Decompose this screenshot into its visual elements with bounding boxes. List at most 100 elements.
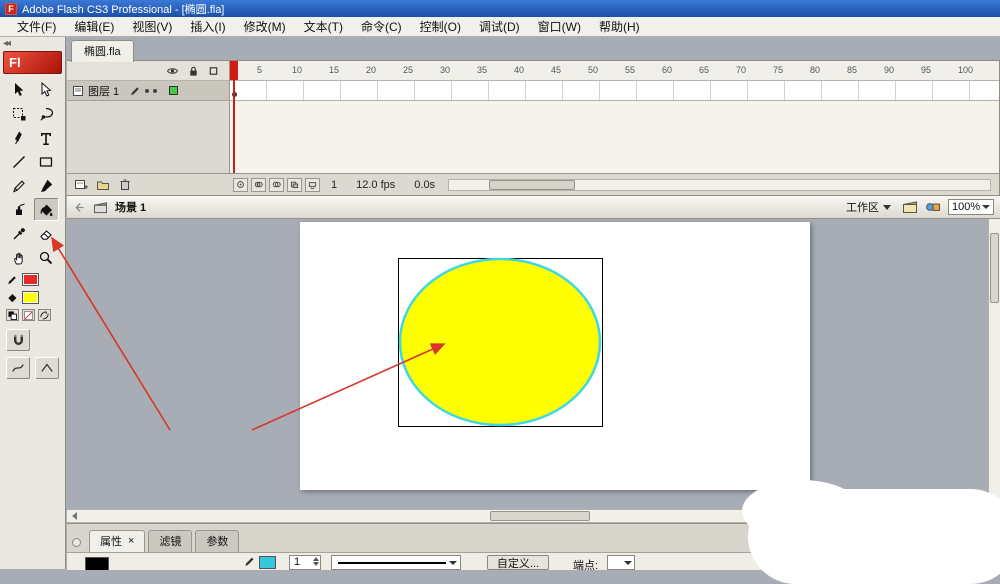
zoom-tool[interactable] bbox=[34, 246, 59, 269]
free-transform-icon bbox=[12, 107, 26, 120]
layer-outline-color-chip[interactable] bbox=[169, 86, 179, 95]
color-option-buttons bbox=[0, 309, 65, 325]
menu-item-modify[interactable]: 修改(M) bbox=[235, 16, 295, 37]
pencil-tool[interactable] bbox=[6, 174, 31, 197]
layer-lock-dot[interactable] bbox=[153, 88, 158, 93]
ruler-tick: 85 bbox=[847, 65, 858, 75]
menu-item-insert[interactable]: 插入(I) bbox=[181, 16, 234, 37]
outline-layers-icon[interactable] bbox=[208, 65, 219, 77]
layer-icon bbox=[73, 85, 83, 96]
ellipse-shape[interactable] bbox=[398, 257, 602, 427]
insert-layer-button[interactable] bbox=[72, 177, 90, 193]
paint-bucket-tool[interactable] bbox=[33, 198, 59, 221]
onion-outlines-button[interactable] bbox=[269, 177, 284, 192]
layer-name[interactable]: 图层 1 bbox=[88, 83, 119, 99]
swap-colors-button[interactable] bbox=[38, 309, 51, 321]
timeline-scrollbar-thumb[interactable] bbox=[489, 179, 576, 190]
layer-row[interactable]: 图层 1 bbox=[67, 81, 229, 101]
timeline-scrollbar[interactable] bbox=[448, 178, 991, 191]
workspace-button[interactable]: 工作区 bbox=[842, 197, 895, 217]
smooth-option-button[interactable] bbox=[6, 357, 30, 379]
menu-item-commands[interactable]: 命令(C) bbox=[352, 16, 411, 37]
menu-item-view[interactable]: 视图(V) bbox=[123, 16, 181, 37]
zoom-level-select[interactable]: 100% bbox=[948, 199, 994, 215]
insert-layer-icon bbox=[75, 180, 88, 189]
line-tool[interactable] bbox=[6, 150, 31, 173]
menu-item-text[interactable]: 文本(T) bbox=[295, 16, 352, 37]
layer-visible-dot[interactable] bbox=[145, 88, 150, 93]
modify-onion-markers-button[interactable] bbox=[305, 177, 320, 192]
vertical-scrollbar[interactable] bbox=[988, 219, 1000, 509]
scroll-left-button[interactable] bbox=[68, 511, 80, 521]
subselection-tool[interactable] bbox=[34, 78, 59, 101]
edit-symbols-icon[interactable] bbox=[925, 200, 941, 214]
cap-dropdown[interactable] bbox=[607, 555, 635, 570]
horizontal-scrollbar-thumb[interactable] bbox=[490, 511, 590, 521]
tab-properties[interactable]: 属性 × bbox=[89, 530, 146, 552]
hand-tool[interactable] bbox=[6, 246, 31, 269]
text-tool[interactable] bbox=[34, 126, 59, 149]
delete-layer-button[interactable] bbox=[116, 177, 134, 193]
stroke-color-property-swatch[interactable] bbox=[259, 556, 276, 569]
custom-stroke-button[interactable]: 自定义... bbox=[487, 555, 549, 570]
layer-frames-row[interactable] bbox=[230, 81, 999, 101]
default-colors-button[interactable] bbox=[6, 309, 19, 321]
menu-item-window[interactable]: 窗口(W) bbox=[529, 16, 590, 37]
tool-options-section bbox=[0, 325, 65, 355]
snap-to-objects-button[interactable] bbox=[6, 329, 30, 351]
stroke-height-input[interactable]: 1 bbox=[289, 555, 321, 570]
insert-folder-button[interactable] bbox=[94, 177, 112, 193]
flash-logo: Fl bbox=[3, 51, 62, 74]
edit-multiple-frames-button[interactable] bbox=[287, 177, 302, 192]
onion-markers-icon bbox=[308, 182, 317, 189]
ruler-tick: 15 bbox=[329, 65, 340, 75]
eyedropper-tool[interactable] bbox=[6, 222, 31, 245]
panel-grip-icon[interactable] bbox=[72, 538, 81, 547]
timeline-frames-pane[interactable]: 5 10 15 20 25 30 35 40 45 50 55 60 65 70… bbox=[230, 61, 999, 173]
free-transform-tool[interactable] bbox=[6, 102, 31, 125]
frame-ruler[interactable]: 5 10 15 20 25 30 35 40 45 50 55 60 65 70… bbox=[230, 61, 999, 81]
vertical-scrollbar-thumb[interactable] bbox=[990, 233, 999, 303]
lasso-tool[interactable] bbox=[34, 102, 59, 125]
selection-options-row bbox=[0, 355, 65, 381]
playhead-line[interactable] bbox=[233, 80, 235, 173]
frame-rate-indicator[interactable]: 12.0 fps bbox=[356, 179, 395, 191]
tab-parameters[interactable]: 参数 bbox=[195, 530, 240, 552]
eraser-tool[interactable] bbox=[34, 222, 59, 245]
onion-skin-button[interactable] bbox=[251, 177, 266, 192]
menu-item-debug[interactable]: 调试(D) bbox=[470, 16, 529, 37]
tab-filters[interactable]: 滤镜 bbox=[148, 530, 193, 552]
center-frame-button[interactable] bbox=[233, 177, 248, 192]
straighten-option-button[interactable] bbox=[35, 357, 59, 379]
ruler-tick: 100 bbox=[958, 65, 974, 75]
ruler-tick: 20 bbox=[366, 65, 377, 75]
ink-bottle-tool[interactable] bbox=[6, 198, 31, 221]
edit-scene-icon[interactable] bbox=[902, 200, 918, 214]
stroke-style-dropdown[interactable] bbox=[331, 555, 461, 570]
scene-name[interactable]: 场景 1 bbox=[115, 199, 146, 215]
menu-item-file[interactable]: 文件(F) bbox=[8, 16, 65, 37]
close-icon[interactable]: × bbox=[128, 535, 134, 547]
stroke-color-swatch[interactable] bbox=[22, 273, 39, 286]
magnifier-icon bbox=[40, 251, 53, 264]
stage-canvas[interactable] bbox=[300, 222, 810, 490]
playhead-marker[interactable] bbox=[230, 61, 238, 80]
stepper-arrows[interactable] bbox=[313, 557, 319, 566]
show-hide-layers-icon[interactable] bbox=[166, 65, 179, 77]
menu-item-edit[interactable]: 编辑(E) bbox=[65, 16, 123, 37]
rectangle-tool[interactable] bbox=[34, 150, 59, 173]
no-color-button[interactable] bbox=[22, 309, 35, 321]
panel-collapse-icon[interactable]: ◂◂ bbox=[0, 37, 65, 50]
subselection-arrow-icon bbox=[41, 81, 52, 97]
brush-tool[interactable] bbox=[34, 174, 59, 197]
stage-pasteboard[interactable] bbox=[67, 219, 988, 509]
menu-item-control[interactable]: 控制(O) bbox=[411, 16, 470, 37]
back-arrow-icon[interactable] bbox=[73, 201, 86, 214]
lock-layers-icon[interactable] bbox=[188, 65, 199, 77]
paint-bucket-icon bbox=[40, 204, 53, 216]
selection-tool[interactable] bbox=[6, 78, 31, 101]
pen-tool[interactable] bbox=[6, 126, 31, 149]
menu-item-help[interactable]: 帮助(H) bbox=[590, 16, 649, 37]
document-tab[interactable]: 椭圆.fla bbox=[71, 40, 134, 62]
fill-color-swatch[interactable] bbox=[22, 291, 39, 304]
